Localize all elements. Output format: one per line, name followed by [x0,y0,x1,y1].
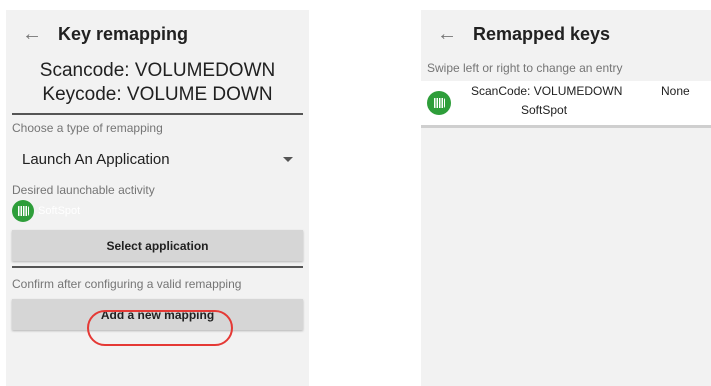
keycode-text: Keycode: VOLUME DOWN [42,84,273,105]
barcode-app-icon [427,91,451,115]
entry-scancode: ScanCode: VOLUMEDOWN [471,84,623,98]
remap-type-dropdown[interactable]: Launch An Application [6,141,309,177]
divider [12,113,303,115]
page-title: Key remapping [58,23,189,44]
barcode-app-icon [12,200,34,222]
app-bar: ← Key remapping [6,10,309,58]
entry-app-name: SoftSpot [521,103,568,117]
app-name: SoftSpot [38,205,81,217]
remap-type-label: Choose a type of remapping [12,121,163,135]
key-info: Scancode: VOLUMEDOWN Keycode: VOLUME DOW… [6,58,309,107]
selected-app: SoftSpot [6,199,309,223]
remapped-keys-screen: ← Remapped keys Swipe left or right to c… [421,10,711,386]
scancode-text: Scancode: VOLUMEDOWN [39,60,276,81]
entry-value: None [661,84,690,98]
back-arrow-icon[interactable]: ← [421,23,473,46]
dropdown-arrow-icon [283,156,293,162]
activity-label: Desired launchable activity [12,183,155,197]
swipe-hint: Swipe left or right to change an entry [427,61,623,75]
back-arrow-icon[interactable]: ← [6,23,58,46]
confirm-label: Confirm after configuring a valid remapp… [12,277,242,291]
select-application-button[interactable]: Select application [12,230,303,261]
page-title: Remapped keys [473,23,611,44]
highlight-circle [87,310,233,346]
app-bar: ← Remapped keys [421,10,711,58]
remap-type-value: Launch An Application [22,150,170,168]
list-item[interactable]: ScanCode: VOLUMEDOWN SoftSpot None [421,81,711,128]
divider [12,266,303,268]
